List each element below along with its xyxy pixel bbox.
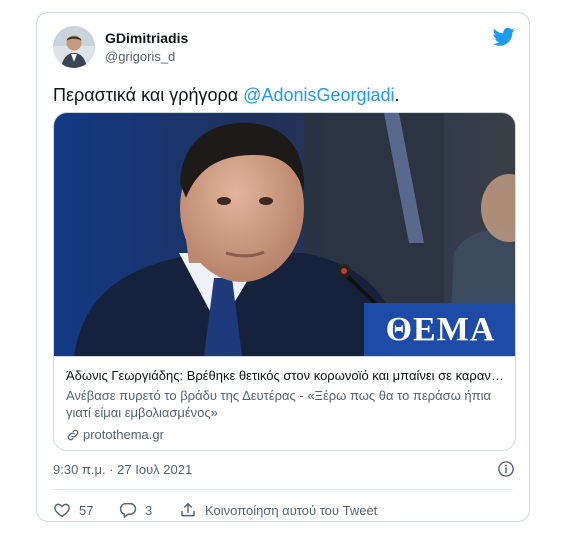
tweet-text: Περαστικά και γρήγορα @AdonisGeorgiadi. xyxy=(53,83,400,107)
mention-link[interactable]: @AdonisGeorgiadi xyxy=(243,85,394,105)
link-preview-image[interactable]: ΘΕΜΑ xyxy=(54,113,515,356)
image-logo-text: ΘΕΜΑ xyxy=(385,311,496,348)
link-domain-text[interactable]: protothema.gr xyxy=(83,427,164,442)
author-name[interactable]: GDimitriadis xyxy=(105,30,188,46)
link-description: Ανέβασε πυρετό το βράδυ της Δευτέρας - «… xyxy=(66,388,491,420)
link-title[interactable]: Άδωνις Γεωργιάδης: Βρέθηκε θετικός στον … xyxy=(66,367,506,385)
link-preview-info[interactable]: Άδωνις Γεωργιάδης: Βρέθηκε θετικός στον … xyxy=(54,356,515,450)
like-count: 57 xyxy=(79,502,94,518)
link-icon xyxy=(67,429,79,440)
share-label: Κοινοποίηση αυτού του Tweet xyxy=(205,502,378,518)
heart-icon xyxy=(54,503,70,518)
actions-divider xyxy=(53,489,513,490)
author-handle[interactable]: @grigoris_d xyxy=(105,49,175,64)
info-icon[interactable] xyxy=(497,460,515,478)
share-icon xyxy=(181,502,195,517)
share-button[interactable]: Κοινοποίηση αυτού του Tweet xyxy=(179,501,377,519)
tweet-card: GDimitriadis @grigoris_d Περαστικά και γ… xyxy=(36,12,530,522)
tweet-text-before: Περαστικά και γρήγορα xyxy=(53,85,244,105)
reply-button[interactable]: 3 xyxy=(119,501,167,519)
tweet-text-after: . xyxy=(394,85,400,105)
tweet-timestamp[interactable]: 9:30 π.μ. · 27 Ιουλ 2021 xyxy=(53,462,192,477)
link-preview-card[interactable]: ΘΕΜΑ Άδωνις Γεωργιάδης: Βρέθηκε θετικός … xyxy=(53,112,516,451)
reply-icon xyxy=(119,502,137,518)
like-button[interactable]: 57 xyxy=(53,501,105,519)
avatar[interactable] xyxy=(53,26,95,68)
reply-count: 3 xyxy=(145,502,153,518)
twitter-bird-icon[interactable] xyxy=(493,27,515,47)
tweet-actions: 57 3 Κοινοποίηση αυτού του Tweet xyxy=(53,500,377,520)
link-domain: protothema.gr xyxy=(66,427,164,442)
